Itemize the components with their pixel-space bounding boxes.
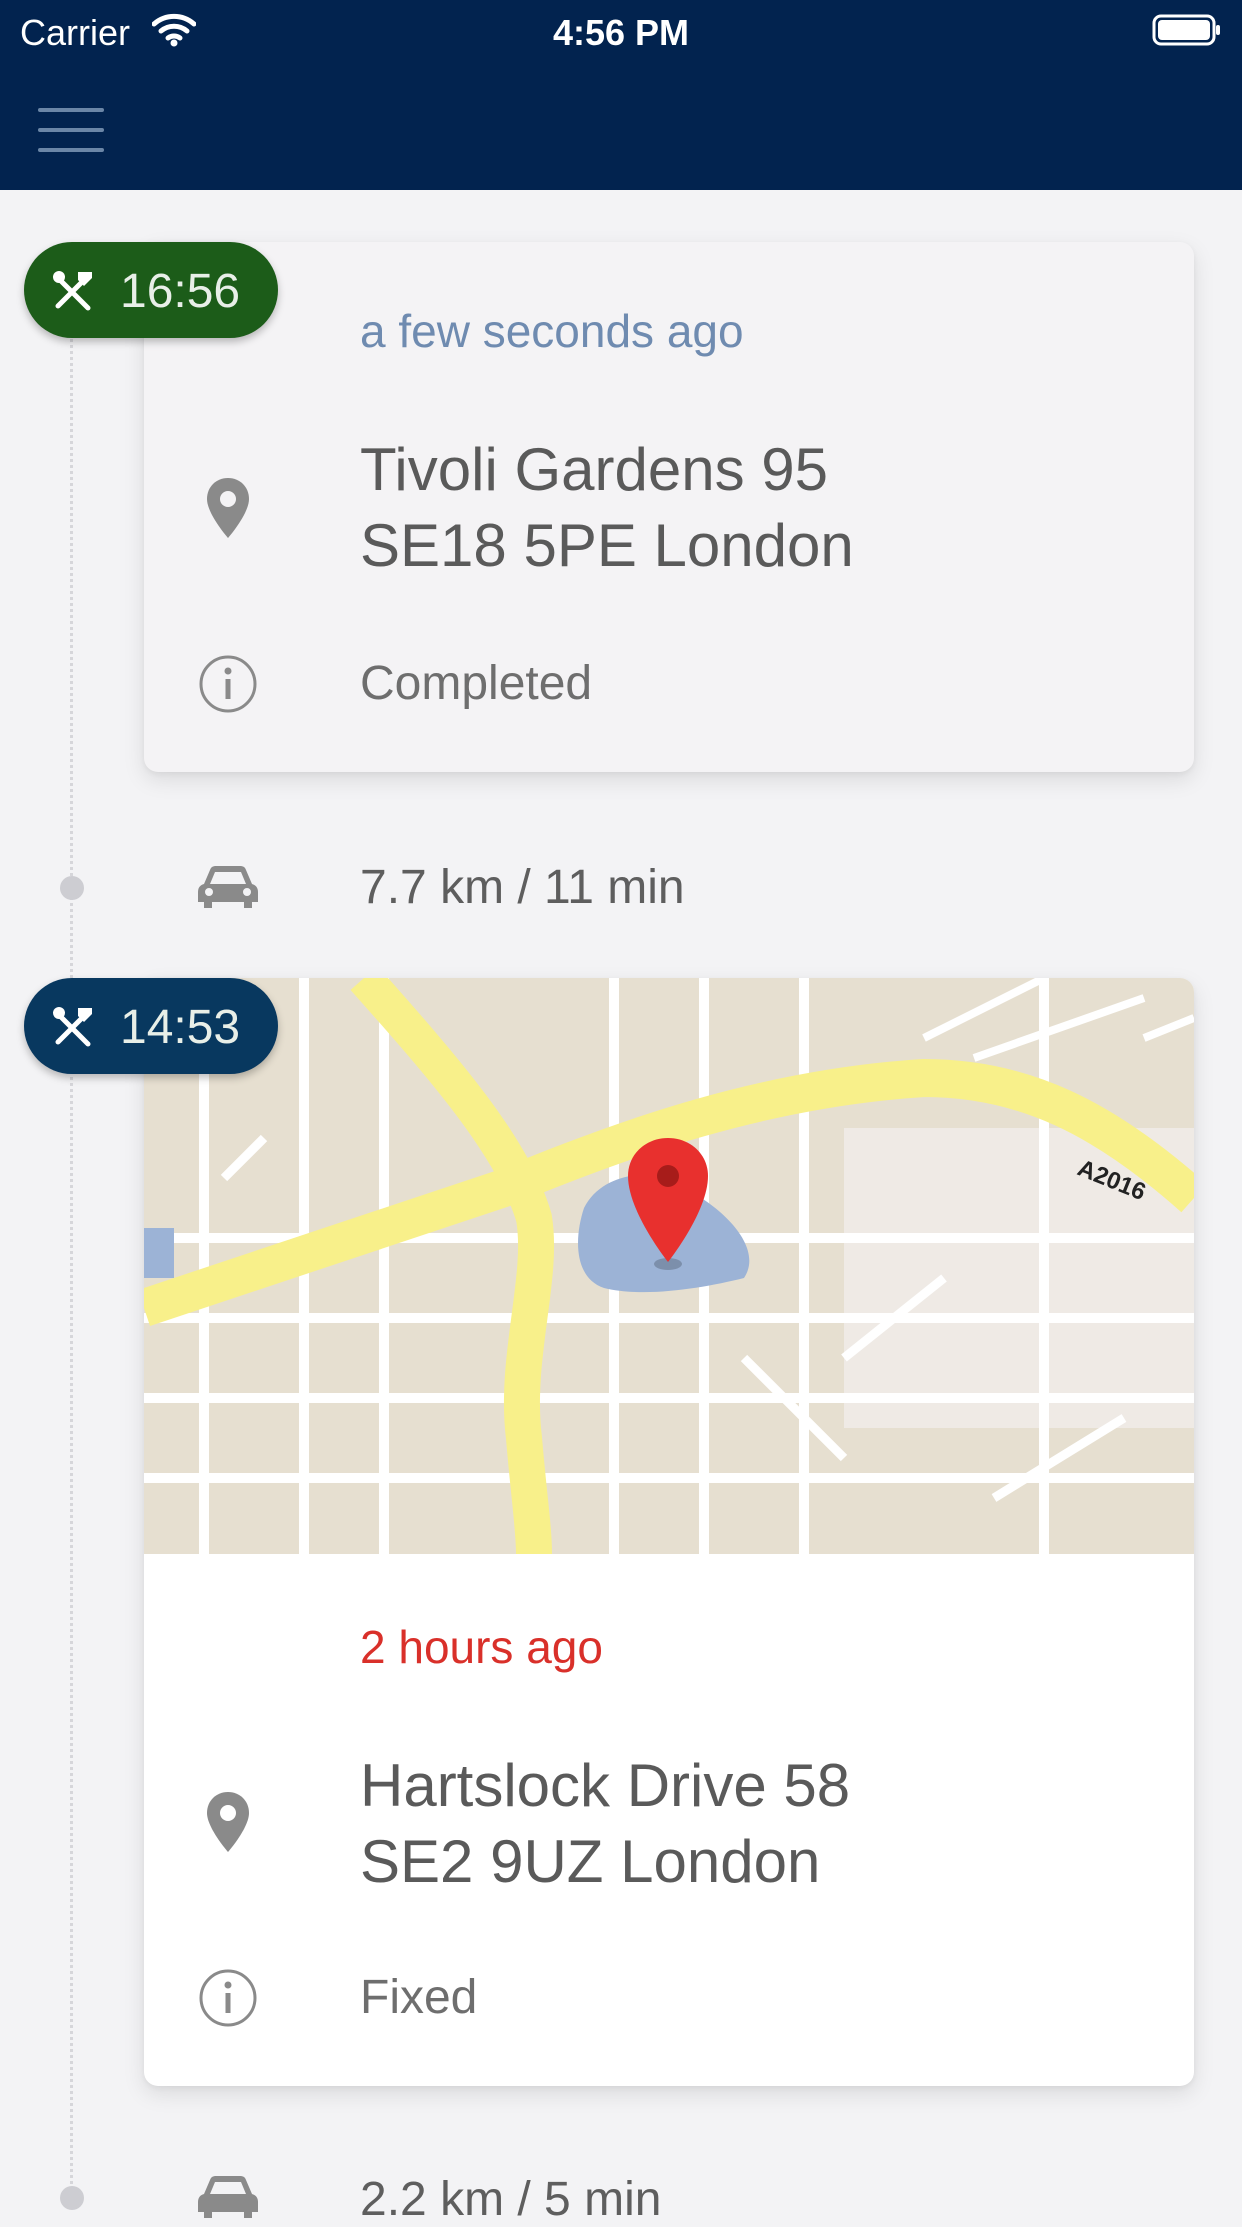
time-badge: 16:56 bbox=[24, 242, 278, 338]
badge-time: 14:53 bbox=[120, 1001, 241, 1054]
map-image[interactable]: A2016 bbox=[144, 978, 1194, 1554]
time-badge: 14:53 bbox=[24, 978, 278, 1074]
location-pin-icon bbox=[207, 478, 249, 538]
location-pin-icon bbox=[207, 1792, 249, 1852]
info-icon bbox=[199, 1969, 257, 2027]
nav-bar bbox=[0, 62, 1242, 190]
status-bar: Carrier 4:56 PM bbox=[0, 0, 1242, 62]
hamburger-menu-icon[interactable] bbox=[30, 100, 116, 160]
car-icon bbox=[198, 866, 258, 908]
address: Hartslock Drive 58 SE2 9UZ London bbox=[360, 1748, 850, 1900]
address-line1: Hartslock Drive 58 bbox=[360, 1752, 851, 1819]
time-ago: 2 hours ago bbox=[360, 1621, 603, 1673]
job-status: Fixed bbox=[360, 1971, 478, 2024]
time-ago: a few seconds ago bbox=[360, 305, 744, 357]
timeline-line bbox=[70, 250, 73, 2208]
job-status: Completed bbox=[360, 657, 593, 710]
drive-distance: 2.2 km / 5 min bbox=[360, 2173, 662, 2226]
address-line1: Tivoli Gardens 95 bbox=[360, 436, 828, 503]
car-icon bbox=[198, 2176, 258, 2218]
address-line2: SE18 5PE London bbox=[360, 512, 854, 579]
timeline-dot bbox=[60, 2186, 84, 2210]
drive-distance: 7.7 km / 11 min bbox=[360, 861, 685, 914]
status-time: 4:56 PM bbox=[552, 12, 690, 53]
badge-time: 16:56 bbox=[120, 265, 241, 318]
address: Tivoli Gardens 95 SE18 5PE London bbox=[360, 432, 854, 584]
timeline-dot bbox=[60, 876, 84, 900]
battery-icon bbox=[1152, 14, 1220, 46]
job-card[interactable]: A2016 bbox=[144, 978, 1194, 2086]
info-icon bbox=[199, 655, 257, 713]
tools-icon bbox=[53, 1007, 92, 1047]
tools-icon bbox=[53, 271, 92, 311]
address-line2: SE2 9UZ London bbox=[360, 1828, 821, 1895]
